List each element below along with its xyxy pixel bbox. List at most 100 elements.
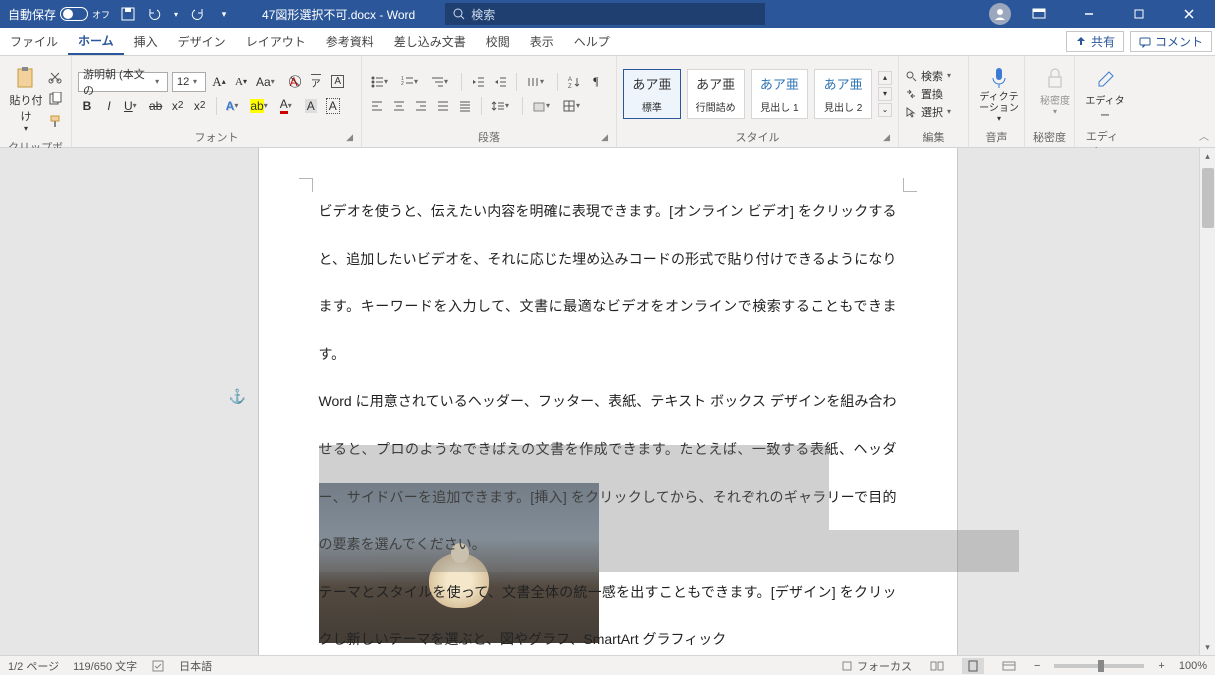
superscript-button[interactable]: x2 (191, 96, 209, 116)
styles-expand-icon[interactable]: ⌄ (878, 103, 892, 117)
ribbon-display-icon[interactable] (1017, 0, 1061, 28)
highlight-icon[interactable]: ab▾ (248, 96, 273, 116)
status-proofing-icon[interactable] (151, 659, 165, 673)
text-effects-icon[interactable]: A▾ (224, 96, 245, 116)
close-icon[interactable] (1167, 0, 1211, 28)
comment-button[interactable]: コメント (1130, 31, 1212, 52)
zoom-slider[interactable] (1054, 664, 1144, 668)
align-distributed-icon[interactable] (456, 96, 474, 116)
status-words[interactable]: 119/650 文字 (73, 658, 137, 674)
view-read-icon[interactable] (926, 658, 948, 674)
tab-help[interactable]: ヘルプ (564, 28, 620, 55)
autosave-toggle[interactable]: 自動保存 オフ (8, 6, 110, 23)
sort-icon[interactable]: AZ (565, 72, 583, 92)
subscript-button[interactable]: x2 (169, 96, 187, 116)
tab-references[interactable]: 参考資料 (316, 28, 384, 55)
minimize-icon[interactable] (1067, 0, 1111, 28)
copy-icon[interactable] (46, 89, 64, 109)
style-heading1[interactable]: あア亜見出し 1 (751, 69, 809, 119)
font-name-combo[interactable]: 游明朝 (本文の▾ (78, 72, 168, 92)
bullets-icon[interactable]: ▾ (368, 72, 394, 92)
line-spacing-icon[interactable]: ▾ (489, 96, 515, 116)
styles-scroll-up-icon[interactable]: ▴ (878, 71, 892, 85)
scroll-thumb[interactable] (1202, 168, 1214, 228)
numbering-icon[interactable]: 12▾ (398, 72, 424, 92)
decrease-indent-icon[interactable] (469, 72, 487, 92)
scroll-down-icon[interactable]: ▾ (1200, 639, 1215, 655)
tab-home[interactable]: ホーム (68, 28, 124, 55)
shrink-font-icon[interactable]: A▾ (232, 72, 250, 92)
view-print-icon[interactable] (962, 658, 984, 674)
zoom-level[interactable]: 100% (1179, 660, 1207, 672)
shading-icon[interactable]: ▾ (530, 96, 556, 116)
paragraph-3[interactable]: テーマとスタイルを使って、文書全体の統一感を出すこともできます。[デザイン] を… (319, 569, 897, 664)
style-nospacing[interactable]: あア亜行間詰め (687, 69, 745, 119)
paragraph-1[interactable]: ビデオを使うと、伝えたい内容を明確に表現できます。[オンライン ビデオ] をクリ… (319, 188, 897, 378)
bold-button[interactable]: B (78, 96, 96, 116)
user-avatar[interactable] (989, 3, 1011, 25)
char-shading-icon[interactable]: A (302, 96, 320, 116)
clear-format-icon[interactable]: A⃠ (285, 72, 303, 92)
change-case-icon[interactable]: Aa▾ (254, 72, 281, 92)
align-right-icon[interactable] (412, 96, 430, 116)
tab-design[interactable]: デザイン (168, 28, 236, 55)
font-color-icon[interactable]: A▾ (278, 96, 298, 116)
style-heading2[interactable]: あア亜見出し 2 (814, 69, 872, 119)
sensitivity-button[interactable]: 秘密度▾ (1031, 60, 1079, 120)
tab-layout[interactable]: レイアウト (236, 28, 316, 55)
status-language[interactable]: 日本語 (179, 658, 212, 674)
tab-view[interactable]: 表示 (520, 28, 564, 55)
select-button[interactable]: 選択▾ (905, 104, 962, 120)
editor-button[interactable]: エディター (1081, 60, 1129, 126)
tab-file[interactable]: ファイル (0, 28, 68, 55)
tab-insert[interactable]: 挿入 (124, 28, 168, 55)
search-box[interactable]: 検索 (445, 3, 765, 25)
status-page[interactable]: 1/2 ページ (8, 658, 59, 674)
show-marks-icon[interactable]: ¶ (587, 72, 605, 92)
vertical-scrollbar[interactable]: ▴ ▾ (1199, 148, 1215, 655)
cut-icon[interactable] (46, 67, 64, 87)
strikethrough-button[interactable]: ab (147, 96, 165, 116)
view-web-icon[interactable] (998, 658, 1020, 674)
save-icon[interactable] (120, 6, 136, 22)
underline-button[interactable]: U▾ (122, 96, 143, 116)
increase-indent-icon[interactable] (491, 72, 509, 92)
scroll-up-icon[interactable]: ▴ (1200, 148, 1215, 164)
phonetic-guide-icon[interactable]: ア (307, 72, 325, 92)
zoom-in-button[interactable]: + (1158, 660, 1164, 672)
tab-mailings[interactable]: 差し込み文書 (384, 28, 476, 55)
asian-layout-icon[interactable]: ▾ (524, 72, 550, 92)
qat-customize-icon[interactable]: ▾ (216, 6, 232, 22)
paste-button[interactable]: 貼り付け ▾ (6, 60, 46, 137)
styles-launcher-icon[interactable]: ◢ (883, 132, 890, 143)
dictation-button[interactable]: ディクテーション▾ (975, 60, 1023, 127)
replace-button[interactable]: 置換 (905, 86, 962, 102)
grow-font-icon[interactable]: A▴ (210, 72, 228, 92)
align-left-icon[interactable] (368, 96, 386, 116)
document-body[interactable]: ビデオを使うと、伝えたい内容を明確に表現できます。[オンライン ビデオ] をクリ… (319, 188, 897, 664)
find-button[interactable]: 検索▾ (905, 68, 962, 84)
multilevel-icon[interactable]: ▾ (428, 72, 454, 92)
paragraph-launcher-icon[interactable]: ◢ (601, 132, 608, 143)
font-launcher-icon[interactable]: ◢ (346, 132, 353, 143)
enclose-char-icon[interactable]: A (329, 72, 347, 92)
italic-button[interactable]: I (100, 96, 118, 116)
zoom-out-button[interactable]: − (1034, 660, 1040, 672)
style-normal[interactable]: あア亜標準 (623, 69, 681, 119)
undo-dropdown-icon[interactable]: ▾ (172, 6, 180, 22)
undo-icon[interactable] (146, 6, 162, 22)
tab-review[interactable]: 校閲 (476, 28, 520, 55)
share-button[interactable]: 共有 (1066, 31, 1124, 52)
collapse-ribbon-icon[interactable]: ︿ (1199, 128, 1209, 143)
redo-icon[interactable] (190, 6, 206, 22)
align-justify-icon[interactable] (434, 96, 452, 116)
format-painter-icon[interactable] (46, 111, 64, 131)
font-size-combo[interactable]: 12▾ (172, 72, 206, 92)
document-page[interactable]: ⚓ ビデオを使うと、伝えたい内容を明確に表現できます。[オンライン ビデオ] を… (258, 148, 958, 655)
align-center-icon[interactable] (390, 96, 408, 116)
styles-scroll-down-icon[interactable]: ▾ (878, 87, 892, 101)
autosave-switch[interactable] (60, 7, 88, 21)
char-border-icon[interactable]: A (324, 96, 342, 116)
borders-icon[interactable]: ▾ (560, 96, 586, 116)
maximize-icon[interactable] (1117, 0, 1161, 28)
